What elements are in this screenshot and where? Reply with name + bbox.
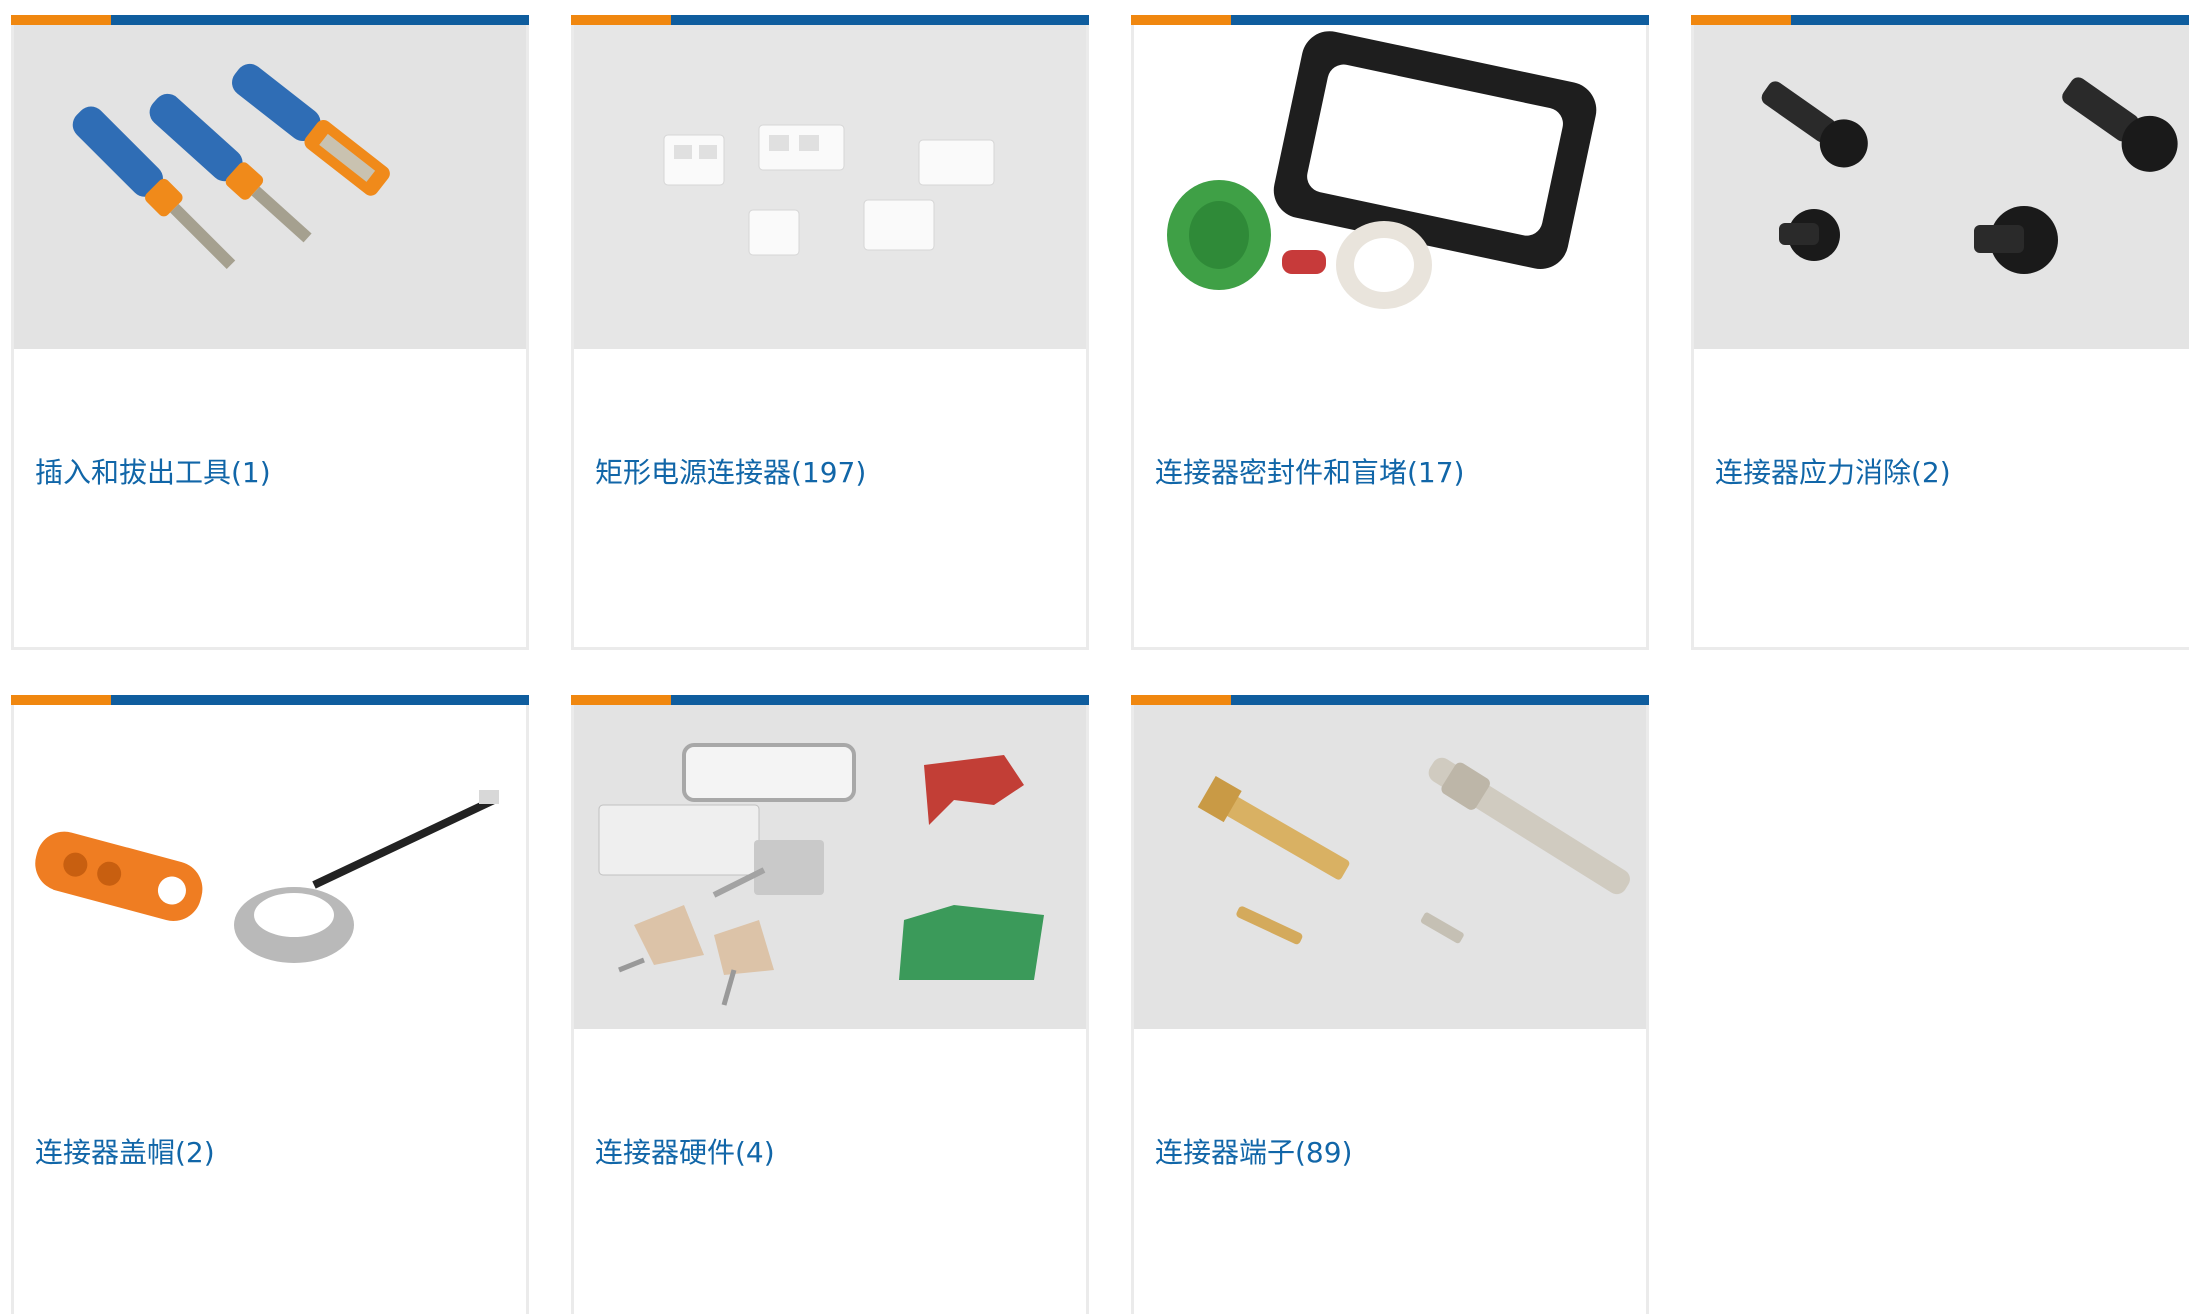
category-card-connector-seals[interactable]: 连接器密封件和盲堵(17) — [1131, 15, 1649, 650]
extraction-tools-image[interactable] — [14, 25, 526, 349]
card-accent-bar — [571, 15, 1089, 25]
category-link[interactable]: 连接器硬件(4) — [574, 1136, 1086, 1170]
connector-seals-image[interactable] — [1134, 25, 1646, 349]
category-link[interactable]: 插入和拔出工具(1) — [14, 456, 526, 490]
category-grid: 插入和拔出工具(1) 矩形电源连接器(197) 连接器密封件和盲堵(17) 连接… — [0, 0, 2189, 1314]
card-accent-bar — [571, 695, 1089, 705]
category-link[interactable]: 连接器端子(89) — [1134, 1136, 1646, 1170]
category-link[interactable]: 矩形电源连接器(197) — [574, 456, 1086, 490]
card-accent-bar — [11, 695, 529, 705]
category-card-connector-caps[interactable]: 连接器盖帽(2) — [11, 695, 529, 1314]
connector-caps-image[interactable] — [14, 705, 526, 1029]
card-accent-bar — [1131, 695, 1649, 705]
strain-relief-image[interactable] — [1694, 25, 2189, 349]
card-accent-bar — [11, 15, 529, 25]
category-link[interactable]: 连接器盖帽(2) — [14, 1136, 526, 1170]
category-link[interactable]: 连接器应力消除(2) — [1694, 456, 2189, 490]
rectangular-power-connectors-image[interactable] — [574, 25, 1086, 349]
category-card-extraction-tools[interactable]: 插入和拔出工具(1) — [11, 15, 529, 650]
category-card-connector-terminals[interactable]: 连接器端子(89) — [1131, 695, 1649, 1314]
category-card-rectangular-power-connectors[interactable]: 矩形电源连接器(197) — [571, 15, 1089, 650]
card-accent-bar — [1691, 15, 2189, 25]
card-accent-bar — [1131, 15, 1649, 25]
category-link[interactable]: 连接器密封件和盲堵(17) — [1134, 456, 1646, 490]
connector-hardware-image[interactable] — [574, 705, 1086, 1029]
category-card-strain-relief[interactable]: 连接器应力消除(2) — [1691, 15, 2189, 650]
connector-terminals-image[interactable] — [1134, 705, 1646, 1029]
category-card-connector-hardware[interactable]: 连接器硬件(4) — [571, 695, 1089, 1314]
